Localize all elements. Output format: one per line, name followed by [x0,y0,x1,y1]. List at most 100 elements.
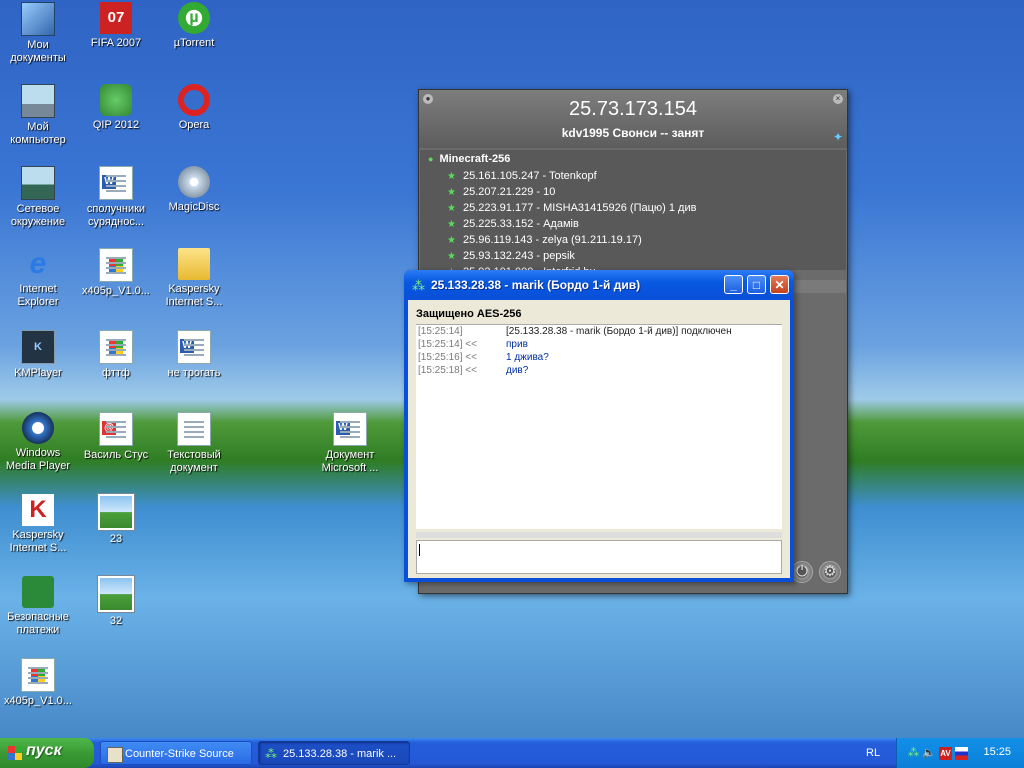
encryption-label: Защищено AES-256 [416,308,522,320]
desktop-icon-label: Мои документы [10,39,66,64]
chat-log[interactable]: [15:25:14] [25.133.28.38 - marik (Бордо … [416,324,782,529]
chat-title-bar[interactable]: ⁂ 25.133.28.38 - marik (Бордо 1-й див) _… [404,270,794,300]
document-icon: @ [99,412,133,446]
desktop-icon-label: Opera [178,119,210,131]
hamachi-network-icon: ⁂ [265,747,277,761]
network-online-icon: ● [428,154,434,164]
hamachi-menu-icon[interactable]: ● [423,94,433,104]
folder-icon [178,248,210,280]
desktop-icon[interactable]: Kaspersky Internet S... [156,248,232,309]
utorrent-icon: µ [178,2,210,34]
peer-item[interactable]: ★ 25.93.132.243 - pepsik [420,248,846,264]
network-item[interactable]: ● Minecraft-256 [420,150,846,168]
desktop-icon[interactable]: x405p_V1.0... [0,658,76,708]
desktop-icon-label: Kaspersky Internet S... [9,529,67,554]
language-indicator[interactable]: RL [866,747,880,759]
desktop-icon-label: µTorrent [173,37,215,49]
image-file-icon [98,576,134,612]
antivirus-tray-icon[interactable]: AV [939,747,952,760]
desktop-icon[interactable]: W Документ Microsoft ... [312,412,388,475]
desktop-icon[interactable]: x405p_V1.0... [78,248,154,298]
my-computer-icon [21,84,55,118]
peer-item[interactable]: ★ 25.207.21.229 - 10 [420,184,846,200]
desktop-icon[interactable]: MagicDisc [156,166,232,214]
hamachi-star-icon[interactable]: ✦ [833,130,843,144]
message-text: [25.133.28.38 - marik (Бордо 1-й див)] п… [506,326,732,337]
peer-label: 25.161.105.247 - Totenkopf [462,170,597,182]
desktop-icon-label: x405p_V1.0... [4,695,72,707]
settings-gear-icon[interactable]: ⚙ [819,561,841,583]
desktop-icon[interactable]: K KMPlayer [0,330,76,380]
desktop-icon[interactable]: Wне трогать [156,330,232,380]
peer-item[interactable]: ★ 25.161.105.247 - Totenkopf [420,168,846,184]
close-button[interactable]: ✕ [770,275,789,294]
chat-message: [15:25:14] << прив [416,338,782,351]
message-time: [15:25:18] << [418,365,477,376]
word-document-icon: W [177,330,211,364]
desktop-icon[interactable]: @ Василь Стус [78,412,154,462]
desktop-icon-label: MagicDisc [168,201,220,213]
desktop-icon-label: FIFA 2007 [90,37,142,49]
desktop-icon[interactable]: Wсполучники суряднос... [78,166,154,229]
message-input[interactable] [416,540,782,574]
desktop-icon[interactable]: K Kaspersky Internet S... [0,494,76,555]
desktop-icon[interactable]: Мой компьютер [0,84,76,147]
chat-message: [15:25:14] [25.133.28.38 - marik (Бордо … [416,325,782,338]
network-name: Minecraft-256 [439,153,511,165]
hamachi-tray-icon[interactable]: ⁂ [907,747,920,760]
windows-flag-icon [8,746,22,760]
peer-item[interactable]: ★ 25.223.91.177 - MISHA31415926 (Пацю) 1 … [420,200,846,216]
task-counter-strike[interactable]: Counter-Strike Source [100,741,252,765]
task-chat[interactable]: ⁂ 25.133.28.38 - marik ... [258,741,410,765]
russian-flag-icon[interactable] [955,747,968,760]
maximize-button[interactable]: □ [747,275,766,294]
chat-window[interactable]: ⁂ 25.133.28.38 - marik (Бордо 1-й див) _… [404,270,794,582]
desktop-icon-label: фттф [102,367,130,379]
qip-icon [100,84,132,116]
text-document-icon [177,412,211,446]
desktop-icon[interactable]: 32 [78,576,154,628]
desktop-icon[interactable]: Windows Media Player [0,412,76,473]
peer-online-icon: ★ [447,219,456,230]
peer-label: 25.96.119.143 - zelya (91.211.19.17) [462,234,642,246]
desktop-icon[interactable]: Opera [156,84,232,132]
task-label: 25.133.28.38 - marik ... [283,748,397,760]
desktop-icon[interactable]: Текстовый документ [156,412,232,475]
chat-message: [15:25:16] << 1 джива? [416,351,782,364]
desktop-icon-label: x405p_V1.0... [82,285,150,297]
desktop-icon[interactable]: µ µTorrent [156,2,232,50]
peer-online-icon: ★ [447,203,456,214]
desktop-icon-label: Internet Explorer [17,283,59,308]
peer-item[interactable]: ★ 25.225.33.152 - Адамів [420,216,846,232]
desktop-icon[interactable]: QIP 2012 [78,84,154,132]
desktop-icon[interactable]: Сетевое окружение [0,166,76,229]
peer-item[interactable]: ★ 25.96.119.143 - zelya (91.211.19.17) [420,232,846,248]
desktop-icon-label: Сетевое окружение [10,203,66,228]
desktop-icon[interactable]: Безопасные платежи [0,576,76,637]
network-places-icon [21,166,55,200]
hamachi-status[interactable]: kdv1995 Свонси -- занят [419,126,847,140]
chat-splitter[interactable] [416,532,782,538]
desktop-icon[interactable]: 23 [78,494,154,546]
desktop-icon[interactable]: e Internet Explorer [0,248,76,309]
media-player-icon [22,412,54,444]
start-button[interactable]: пуск [0,738,94,768]
desktop-icon[interactable]: Мои документы [0,2,76,65]
chat-message: [15:25:18] << див? [416,364,782,377]
power-icon[interactable]: ⏻ [791,561,813,583]
desktop-icon[interactable]: 07 FIFA 2007 [78,2,154,50]
minimize-button[interactable]: _ [724,275,743,294]
text-caret [419,544,420,556]
peer-online-icon: ★ [447,251,456,262]
desktop-icon-label: 32 [109,615,123,627]
peer-label: 25.93.132.243 - pepsik [462,250,575,262]
clock[interactable]: 15:25 [983,746,1011,758]
network-list[interactable]: ● Minecraft-256 ★ 25.161.105.247 - Totenko… [420,150,846,270]
message-text: 1 джива? [506,352,549,363]
desktop-icon-label: Мой компьютер [10,121,66,146]
safe-payments-icon [22,576,54,608]
desktop-icon[interactable]: фттф [78,330,154,380]
hamachi-close-icon[interactable]: × [833,94,843,104]
desktop-icon-label: сполучники суряднос... [86,203,146,228]
volume-icon[interactable]: 🔈 [922,747,936,760]
